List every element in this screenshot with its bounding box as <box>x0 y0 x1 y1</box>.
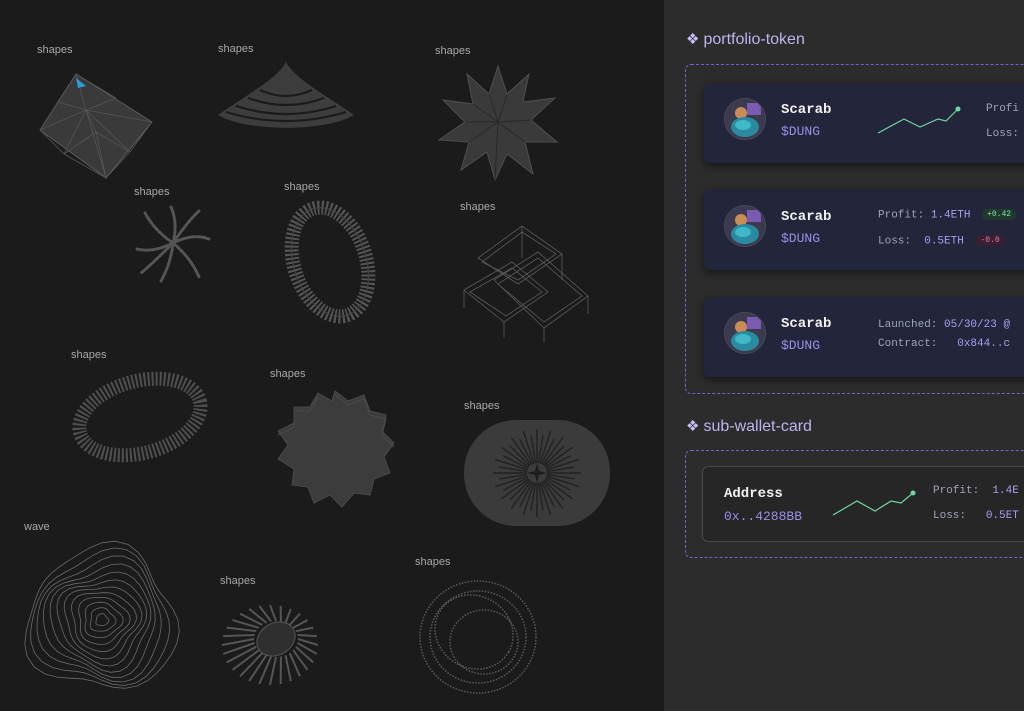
sparkline-chart <box>877 106 961 134</box>
contour-line <box>37 556 161 682</box>
asset-label: shapes <box>464 400 500 412</box>
layered-cone-shape[interactable] <box>216 60 356 140</box>
component-title[interactable]: ❖ sub-wallet-card <box>686 417 812 436</box>
contour-line <box>72 593 137 652</box>
fin-line <box>227 628 256 632</box>
asset-label: shapes <box>284 181 320 193</box>
portfolio-token-card[interactable]: Scarab $DUNG Profit: 1.4ETH +0.42 Loss: … <box>704 190 1024 270</box>
component-title-label: portfolio-token <box>703 31 805 48</box>
fin-line <box>270 605 276 621</box>
asset-label: shapes <box>134 186 170 198</box>
asset-label: shapes <box>460 201 496 213</box>
asset-label: shapes <box>435 45 471 57</box>
spiky-flower-shape[interactable] <box>437 64 559 182</box>
contract-row: Contract: 0x844..c <box>878 338 1010 350</box>
wave-contour-shape[interactable] <box>22 540 182 696</box>
sub-wallet-card[interactable]: Address 0x..4288BB Profit: 1.4E Loss: 0.… <box>702 466 1024 542</box>
asset-label: shapes <box>37 44 73 56</box>
wavy-badge-shape[interactable] <box>270 385 400 515</box>
avatar <box>724 98 766 140</box>
lowpoly-cube-shape[interactable] <box>36 70 156 182</box>
asset-label: wave <box>24 521 50 533</box>
asset-label: shapes <box>220 575 256 587</box>
asset-label: shapes <box>218 43 254 55</box>
contour-line <box>90 608 116 632</box>
fin-line <box>223 635 254 636</box>
profit-label: Profit: <box>878 209 925 222</box>
fin-line <box>296 628 313 632</box>
loss-value: 0.5ETH <box>924 235 964 248</box>
profit-value: 1.4ETH <box>930 209 971 222</box>
token-name: Scarab <box>781 102 832 118</box>
fin-line <box>297 635 316 636</box>
launched-row: Launched: 05/30/23 @ <box>878 319 1010 331</box>
contour-line <box>96 614 109 626</box>
asset-label: shapes <box>415 556 451 568</box>
fin-line <box>286 609 291 623</box>
fin-line <box>286 655 291 681</box>
loss-row: Loss: 0.5ETH -0.0 <box>878 235 1005 247</box>
contour-line <box>31 548 170 686</box>
mesh-torus-shape[interactable] <box>70 365 210 469</box>
asset-label: shapes <box>71 349 107 361</box>
profit-row: Profit: 1.4ETH +0.42 <box>878 209 1017 222</box>
avatar <box>724 205 766 247</box>
loss-change-badge: -0.0 <box>975 235 1005 246</box>
loss-label: Loss: <box>933 510 967 522</box>
profit-row: Profit: 1.4E <box>933 485 1019 497</box>
loss-label: Loss: <box>878 235 912 248</box>
profit-change-badge: +0.42 <box>982 209 1017 220</box>
component-diamond-icon: ❖ <box>686 418 700 435</box>
dotted-torus-shape[interactable] <box>414 574 542 700</box>
profit-label: Profi <box>986 103 1020 115</box>
component-title[interactable]: ❖ portfolio-token <box>686 30 805 49</box>
contract-value: 0x844..c <box>957 338 1011 350</box>
launched-value: 05/30/23 @ <box>944 319 1011 331</box>
asset-label: shapes <box>270 368 306 380</box>
ribbon-knot-shape[interactable] <box>458 218 594 344</box>
asset-canvas: shapes shapes shapes shapes shapes shape… <box>0 0 664 711</box>
launched-label: Launched: <box>878 319 938 331</box>
contour-line <box>85 602 123 637</box>
loss-value: 0.5ET <box>985 510 1019 522</box>
address-value: 0x..4288BB <box>724 509 803 524</box>
token-name: Scarab <box>781 209 832 225</box>
loss-row: Loss: 0.5ET <box>933 510 1019 522</box>
component-title-label: sub-wallet-card <box>703 418 812 435</box>
contract-label: Contract: <box>878 338 938 350</box>
fin-line <box>259 657 271 684</box>
loss-label: Loss: <box>986 128 1020 140</box>
fin-line <box>293 620 307 628</box>
fin-cylinder-shape[interactable] <box>220 592 332 686</box>
token-name: Scarab <box>781 316 832 332</box>
profit-label: Profit: <box>933 485 980 497</box>
starburst-blob-shape[interactable] <box>462 418 612 528</box>
component-diamond-icon: ❖ <box>686 31 700 48</box>
token-ticker: $DUNG <box>781 338 821 353</box>
profit-value: 1.4E <box>992 485 1019 497</box>
fin-line <box>290 614 300 625</box>
token-ticker: $DUNG <box>781 124 821 139</box>
contour-line <box>25 541 180 688</box>
avatar <box>724 312 766 354</box>
mesh-ring-shape[interactable] <box>282 198 378 326</box>
portfolio-token-card[interactable]: Scarab $DUNG Launched: 05/30/23 @ Contra… <box>704 297 1024 377</box>
fin-line <box>296 647 313 663</box>
portfolio-token-card[interactable]: Scarab $DUNG Profi Loss: <box>704 83 1024 163</box>
address-label: Address <box>724 486 783 502</box>
tentacle-star-shape[interactable] <box>133 203 213 283</box>
sparkline-chart <box>832 490 916 516</box>
token-ticker: $DUNG <box>781 231 821 246</box>
fin-line <box>270 657 276 685</box>
